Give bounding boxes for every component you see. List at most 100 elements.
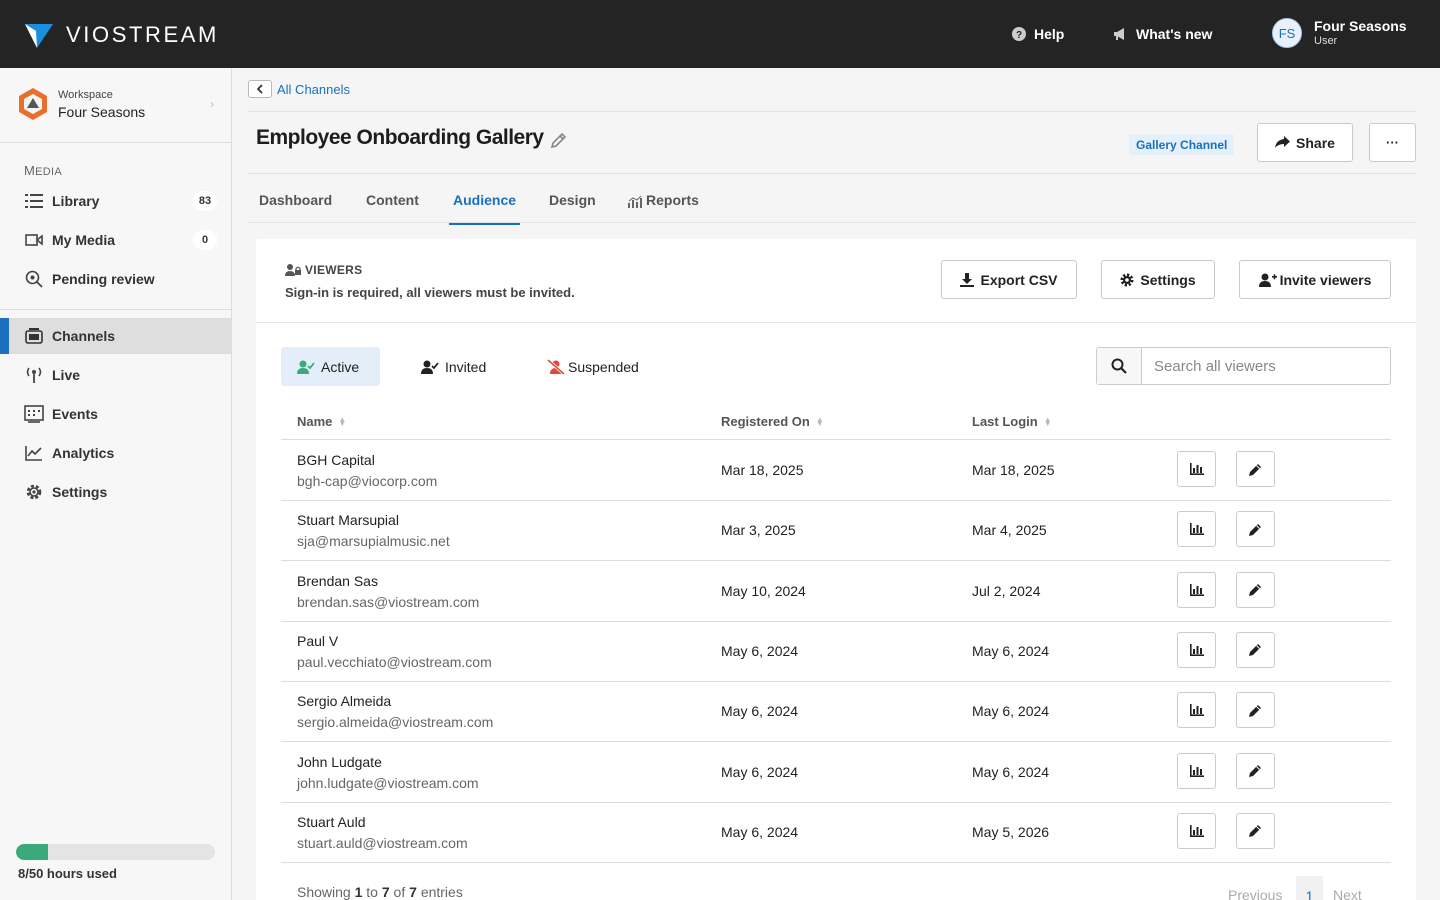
invite-viewers-button[interactable]: Invite viewers bbox=[1239, 260, 1391, 299]
sidebar-item-library[interactable]: Library 83 bbox=[0, 183, 231, 219]
sidebar-divider bbox=[0, 142, 232, 143]
video-icon bbox=[24, 230, 44, 250]
tab-reports[interactable]: Reports bbox=[628, 192, 699, 224]
pencil-edit-icon[interactable] bbox=[550, 132, 567, 154]
workspace-logo-icon bbox=[19, 88, 47, 120]
export-csv-button[interactable]: Export CSV bbox=[941, 260, 1077, 299]
edit-viewer-button[interactable] bbox=[1236, 631, 1275, 668]
tab-content[interactable]: Content bbox=[366, 192, 419, 224]
sidebar-item-my-media[interactable]: My Media 0 bbox=[0, 222, 231, 258]
share-button[interactable]: Share bbox=[1257, 123, 1353, 162]
sidebar-item-settings[interactable]: Settings bbox=[0, 474, 231, 510]
tab-design[interactable]: Design bbox=[549, 192, 596, 224]
back-button[interactable] bbox=[248, 80, 272, 98]
viewers-heading: VIEWERS bbox=[285, 263, 362, 277]
filter-active[interactable]: Active bbox=[281, 347, 380, 386]
tab-dashboard[interactable]: Dashboard bbox=[259, 192, 332, 224]
filter-label: Suspended bbox=[568, 358, 639, 375]
all-channels-link[interactable]: All Channels bbox=[277, 82, 350, 97]
last-login: May 6, 2024 bbox=[972, 642, 1050, 659]
last-login: May 5, 2026 bbox=[972, 823, 1050, 840]
question-circle-icon: ? bbox=[1012, 27, 1026, 41]
library-count-badge: 83 bbox=[193, 191, 217, 211]
usage-label: 8/50 hours used bbox=[18, 866, 117, 881]
megaphone-icon bbox=[1113, 27, 1128, 41]
workspace-switcher[interactable]: Workspace Four Seasons › bbox=[16, 85, 216, 123]
column-header-name[interactable]: Name ▲ ▼ bbox=[297, 414, 346, 429]
edit-viewer-button[interactable] bbox=[1236, 451, 1275, 487]
users-lock-icon bbox=[285, 264, 301, 276]
row-divider bbox=[281, 861, 1391, 863]
viewers-card: VIEWERS Sign-in is required, all viewers… bbox=[256, 239, 1416, 900]
registered-on: May 10, 2024 bbox=[721, 582, 806, 599]
edit-viewer-button[interactable] bbox=[1236, 752, 1275, 789]
sidebar-item-events[interactable]: Events bbox=[0, 396, 231, 432]
viewer-analytics-button[interactable] bbox=[1177, 451, 1216, 487]
table-row: Stuart Marsupial sja@marsupialmusic.net Ma… bbox=[281, 500, 1391, 560]
top-bar: VIOSTREAM ? Help What's new FS Four Seas… bbox=[0, 0, 1440, 68]
registered-on: May 6, 2024 bbox=[721, 642, 799, 659]
edit-viewer-button[interactable] bbox=[1236, 812, 1275, 849]
viewer-analytics-button[interactable] bbox=[1177, 692, 1216, 729]
divider bbox=[256, 322, 1416, 323]
whats-new-link[interactable]: What's new bbox=[1113, 0, 1212, 68]
edit-viewer-button[interactable] bbox=[1236, 571, 1275, 608]
sidebar-item-label: My Media bbox=[52, 232, 116, 248]
table-row: Sergio Almeida sergio.almeida@viostream.c… bbox=[281, 681, 1391, 741]
filter-invited[interactable]: Invited bbox=[405, 347, 502, 386]
edit-viewer-button[interactable] bbox=[1236, 511, 1275, 548]
viewer-analytics-button[interactable] bbox=[1177, 511, 1216, 548]
help-link[interactable]: ? Help bbox=[1012, 0, 1064, 68]
tab-audience[interactable]: Audience bbox=[448, 192, 521, 225]
analytics-icon bbox=[24, 443, 44, 463]
export-csv-label: Export CSV bbox=[980, 271, 1058, 288]
viewer-analytics-button[interactable] bbox=[1177, 752, 1216, 789]
viewer-name: Stuart Auld bbox=[297, 813, 366, 830]
pager-next[interactable]: Next bbox=[1333, 887, 1362, 900]
pager-previous[interactable]: Previous bbox=[1228, 887, 1282, 900]
bar-chart-icon bbox=[1189, 463, 1204, 475]
user-check-icon bbox=[297, 360, 315, 374]
sidebar-item-channels[interactable]: Channels bbox=[0, 318, 231, 354]
viewer-analytics-button[interactable] bbox=[1177, 631, 1216, 668]
sidebar-item-analytics[interactable]: Analytics bbox=[0, 435, 231, 471]
search-input[interactable] bbox=[1142, 348, 1390, 384]
divider bbox=[248, 173, 1416, 174]
table-row: Paul V paul.vecchiato@viostream.com May 6,… bbox=[281, 621, 1391, 681]
viewer-settings-button[interactable]: Settings bbox=[1101, 260, 1215, 299]
viewer-name: Stuart Marsupial bbox=[297, 512, 399, 529]
list-icon bbox=[24, 191, 44, 211]
pager-page-1[interactable]: 1 bbox=[1296, 876, 1323, 900]
pencil-icon bbox=[1249, 704, 1262, 717]
sidebar-item-live[interactable]: Live bbox=[0, 357, 231, 393]
sidebar-item-pending-review[interactable]: Pending review bbox=[0, 261, 231, 297]
viewer-name: Brendan Sas bbox=[297, 572, 378, 589]
viewer-email: stuart.auld@viostream.com bbox=[297, 834, 468, 851]
table-row: Stuart Auld stuart.auld@viostream.com May … bbox=[281, 802, 1391, 862]
filter-suspended[interactable]: Suspended bbox=[531, 347, 655, 386]
search-icon[interactable] bbox=[1097, 348, 1142, 384]
divider bbox=[248, 111, 1416, 112]
user-menu[interactable]: FS Four Seasons User bbox=[1272, 18, 1407, 48]
share-icon bbox=[1275, 136, 1291, 149]
viewer-search bbox=[1096, 347, 1391, 385]
column-header-last-login[interactable]: Last Login ▲ ▼ bbox=[972, 414, 1052, 429]
brand-wordmark: VIOSTREAM bbox=[66, 22, 219, 47]
sidebar-item-label: Analytics bbox=[52, 445, 115, 461]
viewer-analytics-button[interactable] bbox=[1177, 571, 1216, 608]
events-icon bbox=[24, 404, 44, 424]
column-header-registered[interactable]: Registered On ▲ ▼ bbox=[721, 414, 824, 429]
search-review-icon bbox=[24, 269, 44, 289]
user-invited-icon bbox=[421, 360, 439, 374]
chevron-right-icon: › bbox=[210, 97, 214, 111]
reports-chart-icon bbox=[628, 195, 642, 224]
sidebar-item-label: Library bbox=[52, 193, 100, 209]
more-options-button[interactable]: ··· bbox=[1369, 123, 1416, 162]
viewer-email: bgh-cap@viocorp.com bbox=[297, 473, 438, 489]
brand[interactable]: VIOSTREAM bbox=[25, 22, 219, 48]
last-login: Jul 2, 2024 bbox=[972, 582, 1041, 599]
pencil-icon bbox=[1249, 523, 1262, 536]
edit-viewer-button[interactable] bbox=[1236, 692, 1275, 729]
viewer-analytics-button[interactable] bbox=[1177, 812, 1216, 849]
my-media-count-badge: 0 bbox=[193, 230, 217, 250]
